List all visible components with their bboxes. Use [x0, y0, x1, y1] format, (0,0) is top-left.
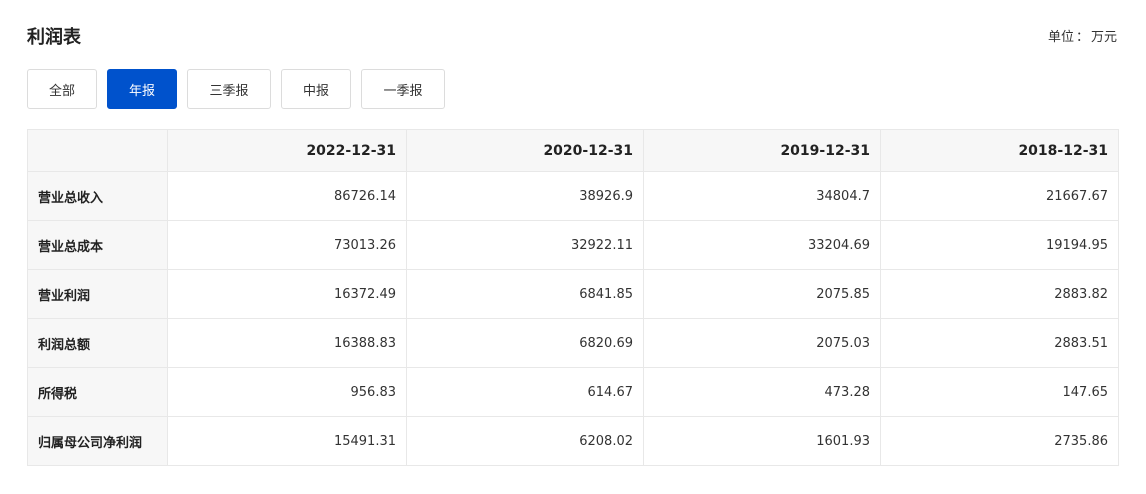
table-cell: 38926.9 — [406, 171, 644, 221]
table-cell: 6820.69 — [406, 318, 644, 368]
table-row: 营业总成本 73013.26 32922.11 33204.69 19194.9… — [27, 220, 1119, 270]
table-cell: 2075.03 — [643, 318, 881, 368]
table-row: 营业利润 16372.49 6841.85 2075.85 2883.82 — [27, 269, 1119, 319]
table-cell: 33204.69 — [643, 220, 881, 270]
unit-value: 万元 — [1090, 30, 1117, 45]
tab-all[interactable]: 全部 — [27, 69, 97, 109]
column-header-2020: 2020-12-31 — [406, 129, 644, 172]
table-cell: 6841.85 — [406, 269, 644, 319]
table-cell: 2883.82 — [880, 269, 1119, 319]
table-header-row: 2022-12-31 2020-12-31 2019-12-31 2018-12… — [27, 129, 1119, 172]
table-cell: 6208.02 — [406, 416, 644, 466]
table-cell: 19194.95 — [880, 220, 1119, 270]
table-cell: 15491.31 — [167, 416, 407, 466]
table-cell: 1601.93 — [643, 416, 881, 466]
column-header-item — [27, 129, 168, 172]
table-cell: 473.28 — [643, 367, 881, 417]
column-header-2018: 2018-12-31 — [880, 129, 1119, 172]
table-cell: 16388.83 — [167, 318, 407, 368]
table-cell: 614.67 — [406, 367, 644, 417]
table-cell: 16372.49 — [167, 269, 407, 319]
column-header-2019: 2019-12-31 — [643, 129, 881, 172]
tab-q3[interactable]: 三季报 — [187, 69, 271, 109]
table-row: 归属母公司净利润 15491.31 6208.02 1601.93 2735.8… — [27, 416, 1119, 466]
row-label: 营业总收入 — [27, 171, 168, 221]
table-cell: 73013.26 — [167, 220, 407, 270]
table-cell: 32922.11 — [406, 220, 644, 270]
unit-label: 单位 — [1047, 30, 1074, 45]
table-cell: 86726.14 — [167, 171, 407, 221]
table-cell: 34804.7 — [643, 171, 881, 221]
unit-separator: ： — [1075, 30, 1089, 45]
row-label: 营业总成本 — [27, 220, 168, 270]
page-title: 利润表 — [27, 27, 81, 48]
table-cell: 2735.86 — [880, 416, 1119, 466]
row-label: 所得税 — [27, 367, 168, 417]
unit-indicator: 单位：万元 — [1048, 28, 1117, 48]
row-label: 利润总额 — [27, 318, 168, 368]
table-cell: 2075.85 — [643, 269, 881, 319]
table-cell: 147.65 — [880, 367, 1119, 417]
table-cell: 956.83 — [167, 367, 407, 417]
table-cell: 21667.67 — [880, 171, 1119, 221]
income-statement-table: 2022-12-31 2020-12-31 2019-12-31 2018-12… — [27, 129, 1119, 466]
tab-q1[interactable]: 一季报 — [361, 69, 445, 109]
table-row: 利润总额 16388.83 6820.69 2075.03 2883.51 — [27, 318, 1119, 368]
tab-interim[interactable]: 中报 — [281, 69, 351, 109]
table-row: 营业总收入 86726.14 38926.9 34804.7 21667.67 — [27, 171, 1119, 221]
row-label: 营业利润 — [27, 269, 168, 319]
row-label: 归属母公司净利润 — [27, 416, 168, 466]
table-row: 所得税 956.83 614.67 473.28 147.65 — [27, 367, 1119, 417]
table-cell: 2883.51 — [880, 318, 1119, 368]
tab-annual[interactable]: 年报 — [107, 69, 177, 109]
column-header-2022: 2022-12-31 — [167, 129, 407, 172]
